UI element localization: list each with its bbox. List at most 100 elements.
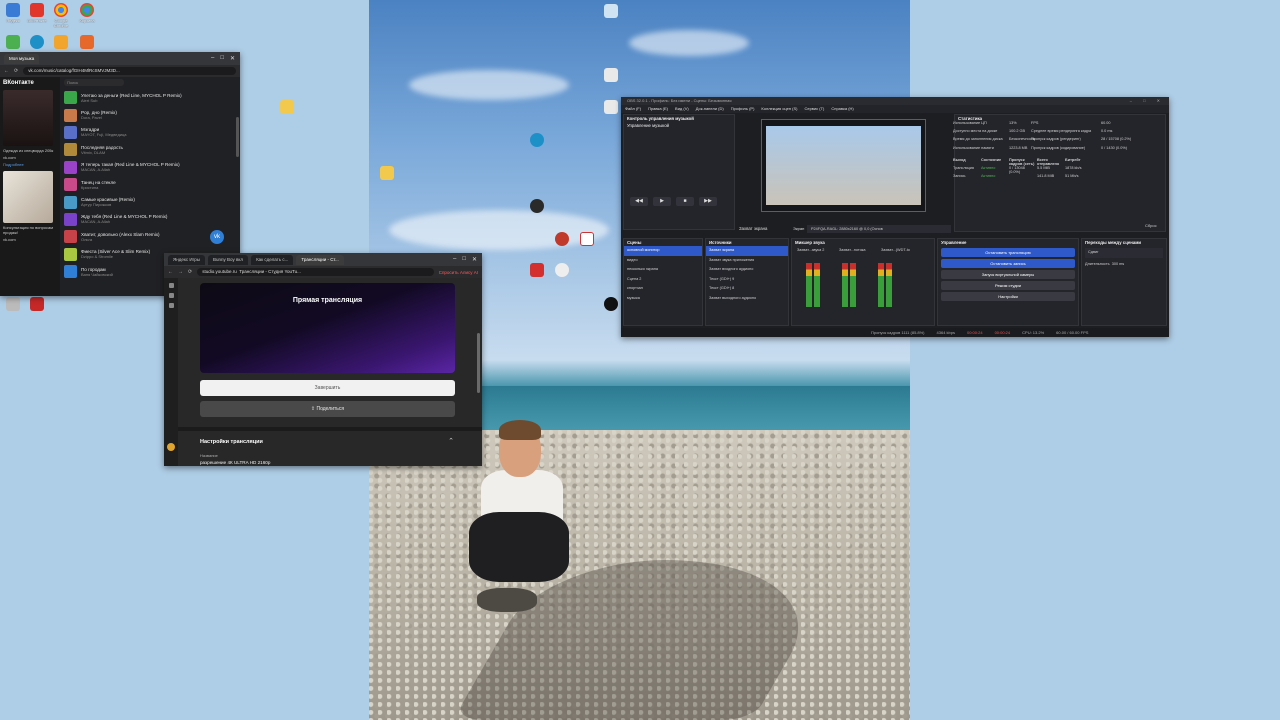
stop-icon[interactable]: ■ [676, 197, 694, 206]
stream-name-value[interactable]: разрешение 4К ULTRA HD 2160p [200, 460, 270, 465]
scene-item[interactable]: спортзал [624, 284, 702, 294]
maximize-icon[interactable]: □ [220, 55, 224, 62]
desktop-icon-8[interactable] [74, 35, 100, 49]
tab-bunny-boy[interactable]: Bunny Boy вкл [208, 254, 249, 265]
end-stream-button[interactable]: Завершить [200, 380, 455, 396]
folder-icon-2[interactable] [374, 166, 400, 180]
source-item[interactable]: Захват экрана [706, 246, 788, 256]
desktop-icon-7[interactable] [48, 35, 74, 49]
chrome-icon[interactable]: Google Chrome [48, 3, 74, 28]
vk-url-field[interactable]: vk.com/music/catalog/fGIH4MlRcSMVJM3D... [23, 67, 236, 75]
track-row[interactable]: Улетаю за деньги (Red Line, MYCHOL P Rem… [64, 89, 236, 106]
scene-item[interactable]: видео [624, 256, 702, 266]
track-cover[interactable] [64, 178, 77, 192]
vk-ad-button[interactable]: Подробнее [3, 162, 57, 167]
scene-item[interactable]: музыка [624, 294, 702, 304]
yt-scrollbar[interactable] [477, 333, 480, 393]
obs-menu-item[interactable]: Файл (F) [625, 105, 641, 113]
track-row[interactable]: Мэгадри MAYOT, Fuji, Медведица [64, 124, 236, 141]
recycle-bin-icon[interactable] [598, 4, 624, 18]
file-icon[interactable] [598, 68, 624, 82]
chevron-up-icon[interactable]: ⌃ [448, 437, 454, 445]
obs-menu-item[interactable]: Вид (V) [675, 105, 689, 113]
back-icon[interactable]: ← [4, 68, 9, 74]
prev-icon[interactable]: ◀◀ [630, 197, 648, 206]
track-cover[interactable] [64, 108, 77, 122]
track-cover[interactable] [64, 247, 77, 261]
obs-menu-item[interactable]: Правка (E) [648, 105, 668, 113]
track-cover[interactable] [64, 125, 77, 139]
vk-search-input[interactable]: Поиск [64, 79, 124, 86]
user-avatar[interactable] [167, 443, 175, 451]
app-icon-red[interactable] [549, 232, 575, 246]
transition-select[interactable]: Сдвиг [1085, 248, 1163, 258]
tab-yandex-games[interactable]: Яндекс Игры [168, 254, 205, 265]
scene-item[interactable]: несколько экрана [624, 265, 702, 275]
settings-button[interactable]: Настройки [941, 292, 1075, 301]
vk-ad2-image[interactable] [3, 171, 53, 223]
close-icon[interactable]: ✕ [472, 256, 477, 263]
obs-window-controls[interactable]: – □ ✕ [1130, 97, 1169, 105]
ask-alice-button[interactable]: Спросить Алису AI [439, 270, 478, 275]
track-cover[interactable] [64, 230, 77, 244]
studio-mode-button[interactable]: Режим студии [941, 281, 1075, 290]
source-item[interactable]: Захват звука приложения [706, 256, 788, 266]
vk-messenger-icon[interactable]: vk [210, 230, 224, 244]
folder-icon[interactable] [274, 100, 300, 114]
track-cover[interactable] [64, 212, 77, 226]
obs-menu-item[interactable]: Справка (H) [831, 105, 853, 113]
scene-item[interactable]: Сцена 2 [624, 275, 702, 285]
track-row[interactable]: Танец на стекле Кристина [64, 176, 236, 193]
desktop-icon-1[interactable]: Яндекс [0, 3, 26, 23]
track-row[interactable]: Последняя радость Vitmix, DLAM [64, 141, 236, 158]
track-cover[interactable] [64, 195, 77, 209]
start-virtual-camera-button[interactable]: Запуск виртуальной камеры [941, 270, 1075, 279]
obs-preview-canvas[interactable] [761, 119, 926, 212]
duration-value[interactable]: 300 ms [1112, 262, 1124, 266]
vk-logo[interactable]: ВКонтакте [3, 80, 57, 86]
chrome-icon-2[interactable]: Корзина [74, 3, 100, 23]
obs-menu-item[interactable]: Сервис (T) [804, 105, 824, 113]
edge-icon[interactable] [24, 35, 50, 49]
desktop-icon-2[interactable]: ВКонтакте [24, 3, 50, 23]
tab-streams[interactable]: Трансляции - Ст... [296, 254, 344, 265]
vk-tab[interactable]: Моя музыка [4, 53, 40, 64]
desktop-icon-bottom-1[interactable] [0, 297, 26, 311]
obs-desktop-icon[interactable] [524, 199, 550, 213]
word-red-icon[interactable] [24, 297, 50, 311]
track-row[interactable]: Жду тебя (Red Line & MYCHOL P Remix) MACA… [64, 211, 236, 228]
stop-recording-button[interactable]: Остановить запись [941, 259, 1075, 268]
obs-menu-item[interactable]: Док-панели (D) [696, 105, 724, 113]
desktop-icon-5[interactable] [0, 35, 26, 49]
photo-icon[interactable] [574, 232, 600, 246]
back-icon[interactable]: ← [168, 269, 173, 275]
source-item[interactable]: Текст (GDI+) 9 [706, 275, 788, 285]
reload-icon[interactable]: ⟳ [14, 68, 18, 74]
edge-desktop-icon[interactable] [524, 133, 550, 147]
screen-select[interactable]: P24FQA-RAGL: 2880x2160 @ 0,0 (Основ [807, 225, 951, 233]
app-icon-red-2[interactable] [524, 263, 550, 277]
obs-menu-item[interactable]: Профиль (P) [731, 105, 755, 113]
next-icon[interactable]: ▶▶ [699, 197, 717, 206]
maximize-icon[interactable]: □ [462, 256, 466, 263]
app-icon-star[interactable] [549, 263, 575, 277]
analytics-icon[interactable] [168, 303, 174, 308]
minimize-icon[interactable]: – [211, 55, 214, 62]
obs-menu-item[interactable]: Коллекция сцен (S) [761, 105, 797, 113]
tab-how-to[interactable]: Как сделать с... [251, 254, 294, 265]
play-icon[interactable]: ▶ [653, 197, 671, 206]
forward-icon[interactable]: → [178, 269, 183, 275]
content-icon[interactable] [168, 293, 174, 298]
scene-item[interactable]: основной монитор [624, 246, 702, 256]
stop-streaming-button[interactable]: Остановить трансляцию [941, 248, 1075, 257]
vk-scrollbar[interactable] [236, 117, 239, 157]
vk-ad-image[interactable] [3, 90, 53, 146]
stats-reset-button[interactable]: Сброс [1145, 223, 1157, 228]
minimize-icon[interactable]: – [453, 256, 456, 263]
dashboard-icon[interactable] [168, 283, 174, 288]
track-cover[interactable] [64, 91, 77, 105]
source-item[interactable]: Захват выходного аудиопо [706, 294, 788, 304]
source-item[interactable]: Текст (GDI+) 8 [706, 284, 788, 294]
track-row[interactable]: Самые красивые (Remix) Артур Пирожков [64, 193, 236, 210]
track-cover[interactable] [64, 143, 77, 157]
